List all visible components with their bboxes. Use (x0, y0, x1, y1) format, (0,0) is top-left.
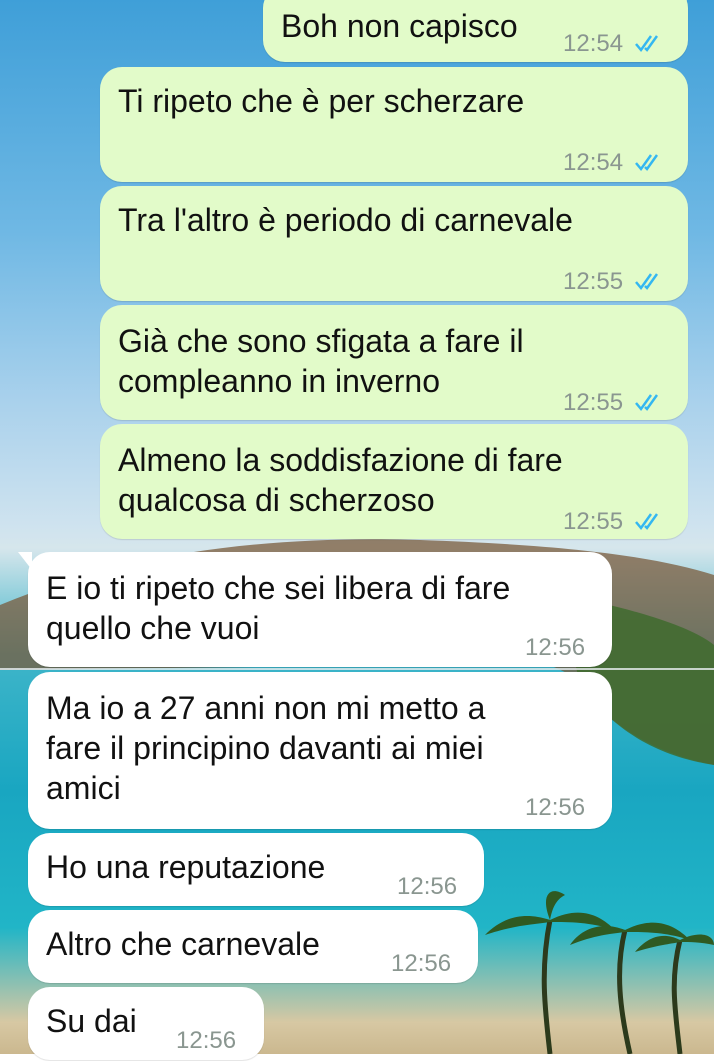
message-bubble-incoming[interactable]: E io ti ripeto che sei libera di fare qu… (18, 552, 612, 667)
message-text: Almeno la soddisfazione di fare qualcosa… (118, 442, 563, 518)
message-bubble-incoming[interactable]: Su dai 12:56 (28, 987, 264, 1060)
message-bubble-incoming[interactable]: Altro che carnevale 12:56 (28, 910, 478, 983)
message-time: 12:56 (525, 794, 586, 821)
message-time: 12:56 (176, 1027, 237, 1054)
double-check-icon (634, 513, 658, 531)
message-text: Altro che carnevale (46, 926, 320, 962)
message-text: E io ti ripeto che sei libera di fare qu… (46, 570, 511, 646)
message-bubble-outgoing[interactable]: Almeno la soddisfazione di fare qualcosa… (100, 424, 688, 539)
message-time: 12:56 (391, 950, 452, 977)
horizon-line (0, 668, 714, 670)
message-bubble-outgoing[interactable]: Già che sono sfigata a fare il compleann… (100, 305, 688, 420)
message-bubble-outgoing[interactable]: Tra l'altro è periodo di carnevale 12:55 (100, 186, 688, 301)
message-bubble-outgoing[interactable]: Ti ripeto che è per scherzare 12:54 (100, 67, 688, 182)
message-time: 12:55 (563, 508, 624, 535)
message-text: Tra l'altro è periodo di carnevale (118, 202, 573, 238)
message-text: Ma io a 27 anni non mi metto a fare il p… (46, 690, 486, 806)
message-bubble-incoming[interactable]: Ma io a 27 anni non mi metto a fare il p… (28, 672, 612, 829)
message-text: Su dai (46, 1003, 137, 1039)
message-time: 12:55 (563, 389, 624, 416)
double-check-icon (634, 35, 658, 53)
message-text: Boh non capisco (281, 8, 518, 44)
message-text: Già che sono sfigata a fare il compleann… (118, 323, 524, 399)
message-time: 12:56 (397, 873, 458, 900)
double-check-icon (634, 273, 658, 291)
message-time: 12:54 (563, 149, 624, 176)
message-text: Ti ripeto che è per scherzare (118, 83, 525, 119)
message-text: Ho una reputazione (46, 849, 326, 885)
message-bubble-outgoing[interactable]: Boh non capisco 12:54 (263, 0, 698, 62)
double-check-icon (634, 394, 658, 412)
message-bubble-incoming[interactable]: Ho una reputazione 12:56 (28, 833, 484, 906)
message-time: 12:54 (563, 30, 624, 57)
message-time: 12:56 (525, 634, 586, 661)
double-check-icon (634, 154, 658, 172)
message-time: 12:55 (563, 268, 624, 295)
